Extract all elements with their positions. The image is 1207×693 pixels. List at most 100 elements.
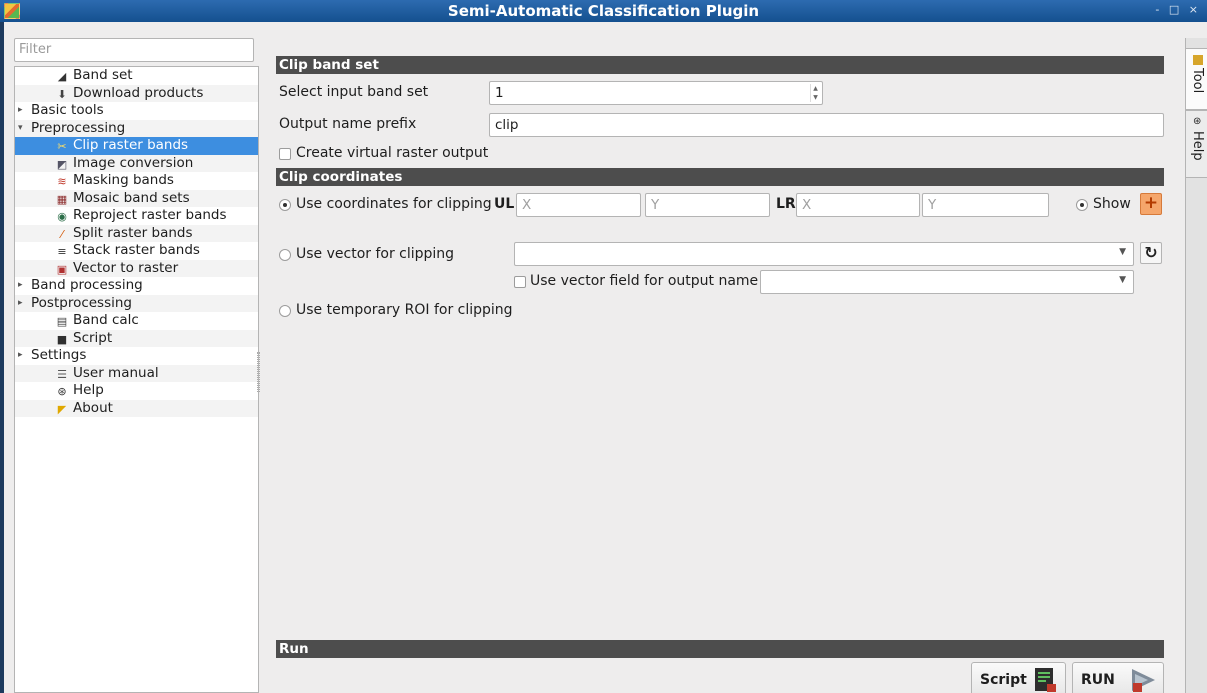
tree-item-label: User manual: [73, 364, 159, 381]
tool-tree: ◢ Band set ⬇ Download products ▸ Basic tools ▾…: [14, 66, 259, 693]
plus-icon: +: [1143, 193, 1159, 213]
plugin-window: Filter ◢ Band set ⬇ Download products ▸ Basic…: [0, 22, 1207, 693]
clip-band-set-header: Clip band set: [276, 56, 1164, 74]
lr-x-input[interactable]: X: [796, 193, 920, 217]
tree-item-label: Help: [73, 382, 104, 398]
tree-item-label: Band set: [73, 67, 133, 83]
collapsed-arrow-icon[interactable]: ▸: [18, 295, 28, 313]
right-tab-bar: Tool ⊛ Help: [1185, 38, 1207, 693]
use-roi-label: Use temporary ROI for clipping: [296, 302, 513, 318]
scissors-icon: ✂: [57, 140, 67, 153]
manual-icon: ☰: [57, 367, 67, 381]
chevron-down-icon: ▼: [1119, 247, 1126, 257]
tree-item-download-products[interactable]: ⬇ Download products: [15, 84, 258, 102]
use-vector-radio[interactable]: [279, 249, 291, 261]
tree-item-label: Download products: [73, 84, 204, 101]
ul-y-input[interactable]: Y: [645, 193, 770, 217]
tab-tool[interactable]: Tool: [1186, 48, 1207, 110]
split-icon: ⁄: [61, 227, 63, 241]
run-button-label: RUN: [1081, 672, 1115, 688]
collapsed-arrow-icon[interactable]: ▸: [18, 277, 28, 295]
tree-item-clip-raster-bands[interactable]: ✂ Clip raster bands: [15, 137, 258, 155]
show-label: Show: [1093, 196, 1131, 212]
run-button[interactable]: RUN: [1072, 662, 1164, 693]
tree-item-basic-tools[interactable]: ▸ Basic tools: [15, 102, 258, 120]
tree-item-split-raster-bands[interactable]: ⁄ Split raster bands: [15, 224, 258, 242]
script-icon: [1035, 668, 1056, 692]
use-coordinates-label: Use coordinates for clipping: [296, 196, 492, 212]
tree-item-user-manual[interactable]: ☰ User manual: [15, 364, 258, 382]
tree-item-vector-to-raster[interactable]: ▣ Vector to raster: [15, 259, 258, 277]
output-prefix-input[interactable]: clip: [489, 113, 1164, 137]
add-coordinates-button[interactable]: +: [1140, 193, 1162, 215]
tree-item-label: About: [73, 399, 113, 416]
use-roi-radio[interactable]: [279, 305, 291, 317]
use-vector-label: Use vector for clipping: [296, 246, 455, 262]
spin-arrows-icon[interactable]: ▲ ▼: [810, 84, 820, 102]
tree-item-label: Stack raster bands: [73, 242, 200, 258]
tree-item-band-set[interactable]: ◢ Band set: [15, 67, 258, 85]
band-set-spinbox[interactable]: 1 ▲ ▼: [489, 81, 823, 105]
tree-item-mosaic-band-sets[interactable]: ▦ Mosaic band sets: [15, 189, 258, 207]
vector-to-raster-icon: ▣: [56, 262, 68, 276]
help-icon: ⊛: [1193, 116, 1202, 127]
script-icon: ■: [56, 332, 68, 346]
tree-item-label: Basic tools: [31, 102, 104, 118]
virtual-raster-label: Create virtual raster output: [296, 145, 489, 161]
window-controls[interactable]: - □ ×: [1155, 3, 1201, 16]
ul-x-input[interactable]: X: [516, 193, 641, 217]
stack-icon: ≡: [57, 245, 67, 258]
tree-item-masking-bands[interactable]: ≋ Masking bands: [15, 172, 258, 190]
select-band-set-label: Select input band set: [279, 84, 429, 100]
band-set-icon: ◢: [57, 70, 67, 83]
window-title: Semi-Automatic Classification Plugin: [447, 2, 760, 20]
tree-item-help[interactable]: ⊛ Help: [15, 382, 258, 400]
panel-splitter[interactable]: [257, 352, 260, 392]
mosaic-icon: ▦: [56, 192, 68, 206]
filter-input[interactable]: Filter: [14, 38, 254, 62]
tree-item-label: Clip raster bands: [73, 137, 189, 153]
vector-select[interactable]: ▼: [514, 242, 1134, 266]
lr-label: LR: [776, 196, 796, 212]
script-button[interactable]: Script: [971, 662, 1066, 693]
tree-item-postprocessing[interactable]: ▸ Postprocessing: [15, 294, 258, 313]
collapsed-arrow-icon[interactable]: ▸: [18, 347, 28, 365]
tree-item-about[interactable]: ◤ About: [15, 399, 258, 417]
virtual-raster-checkbox[interactable]: [279, 148, 291, 160]
title-bar: Semi-Automatic Classification Plugin - □…: [0, 0, 1207, 22]
tree-item-image-conversion[interactable]: ◩ Image conversion: [15, 154, 258, 172]
tree-item-label: Reproject raster bands: [73, 207, 227, 223]
tree-item-label: Postprocessing: [31, 294, 132, 311]
tree-item-label: Preprocessing: [31, 119, 126, 136]
tree-item-label: Split raster bands: [73, 224, 193, 241]
clip-coordinates-header: Clip coordinates: [276, 168, 1164, 186]
tree-item-settings[interactable]: ▸ Settings: [15, 347, 258, 365]
tab-help-label: Help: [1190, 131, 1205, 161]
tree-item-stack-raster-bands[interactable]: ≡ Stack raster bands: [15, 242, 258, 260]
vector-field-checkbox[interactable]: [514, 276, 526, 288]
collapsed-arrow-icon[interactable]: ▸: [18, 102, 28, 120]
tree-item-label: Masking bands: [73, 172, 174, 188]
reload-icon: ↻: [1144, 243, 1158, 262]
show-radio[interactable]: [1076, 199, 1088, 211]
tree-item-reproject-raster-bands[interactable]: ◉ Reproject raster bands: [15, 207, 258, 225]
tab-help[interactable]: ⊛ Help: [1186, 110, 1207, 178]
masking-icon: ≋: [57, 175, 67, 188]
vector-field-select[interactable]: ▼: [760, 270, 1134, 294]
tree-item-label: Image conversion: [73, 154, 194, 171]
run-icon: [1132, 669, 1155, 692]
run-header: Run: [276, 640, 1164, 658]
tree-item-band-calc[interactable]: ▤ Band calc: [15, 312, 258, 330]
ul-label: UL: [494, 196, 515, 212]
left-panel: Filter ◢ Band set ⬇ Download products ▸ Basic…: [8, 36, 259, 693]
tree-item-label: Band calc: [73, 312, 139, 328]
reload-vector-button[interactable]: ↻: [1140, 242, 1162, 264]
expanded-arrow-icon[interactable]: ▾: [18, 120, 28, 138]
tree-item-script[interactable]: ■ Script: [15, 329, 258, 347]
tree-item-preprocessing[interactable]: ▾ Preprocessing: [15, 119, 258, 138]
use-coordinates-radio[interactable]: [279, 199, 291, 211]
tree-item-band-processing[interactable]: ▸ Band processing: [15, 277, 258, 295]
tree-item-label: Vector to raster: [73, 259, 179, 276]
lr-y-input[interactable]: Y: [922, 193, 1049, 217]
band-set-value: 1: [495, 85, 504, 101]
